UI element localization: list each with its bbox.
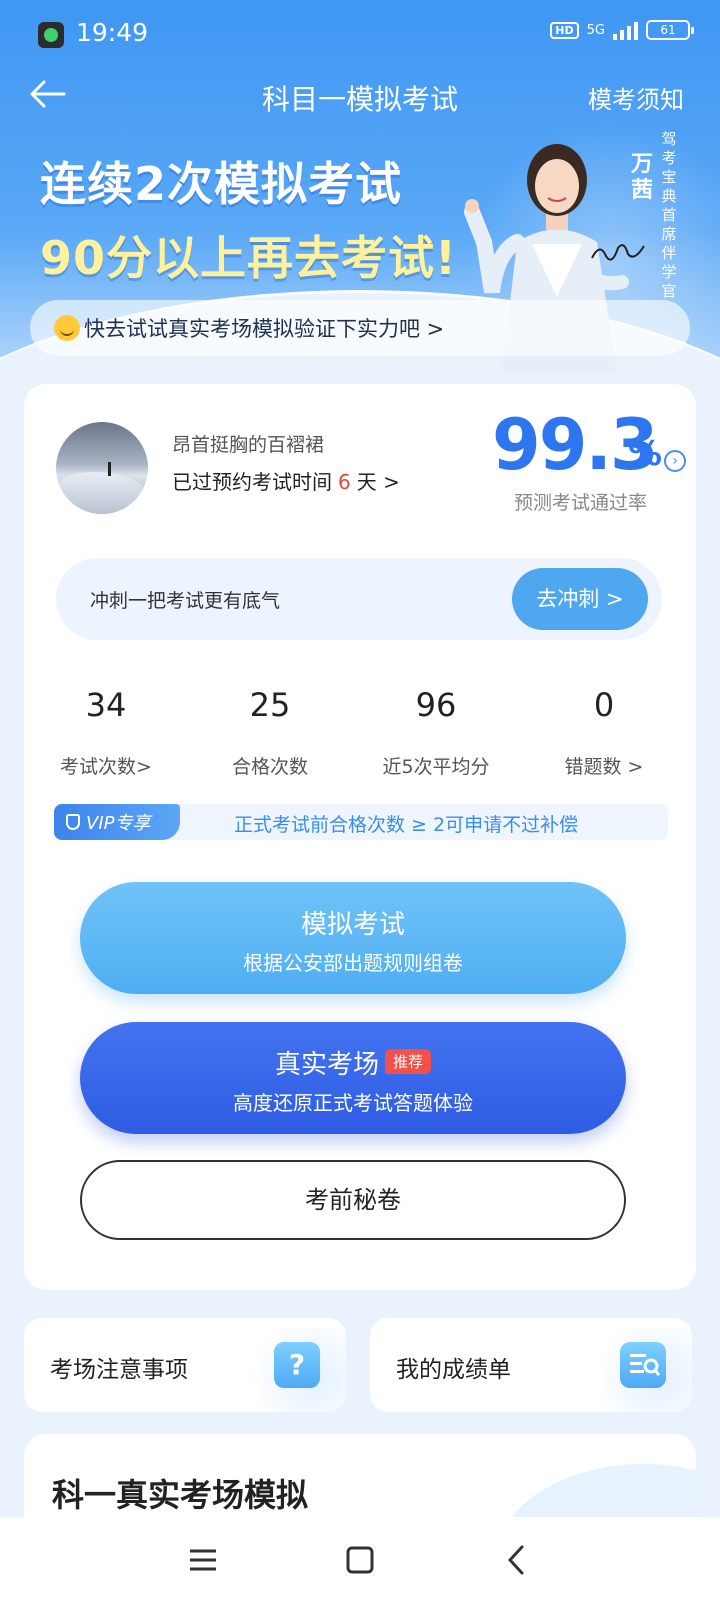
hd-icon: HD (550, 21, 579, 39)
mock-exam-button[interactable]: 模拟考试 根据公安部出题规则组卷 (80, 882, 626, 994)
stat-value: 25 (249, 686, 291, 724)
exam-days-link[interactable]: 已过预约考试时间 6 天 > (172, 466, 400, 495)
phone-app-icon (38, 22, 64, 48)
pass-rate-unit: % (628, 434, 663, 474)
status-time: 19:49 (76, 18, 149, 47)
vip-notice[interactable]: VIP专享 正式考试前合格次数 ≥ 2可申请不过补偿 (54, 804, 668, 840)
network-label: 5G (586, 22, 605, 38)
sprint-banner: 冲刺一把考试更有底气 去冲刺 > (56, 558, 662, 640)
menu-icon[interactable] (186, 1543, 220, 1577)
stat-label: 错题数 > (564, 756, 644, 778)
smile-emoji-icon (54, 315, 80, 341)
stat-label: 合格次数 (231, 756, 308, 778)
status-indicators: HD 5G 61 (550, 20, 694, 40)
spokesperson-name: 万茜 (630, 152, 653, 203)
username: 昂首挺胸的百褶裙 (172, 434, 325, 456)
stat-label: 近5次平均分 (382, 756, 490, 778)
banner-slogan-2: 90分以上再去考试! (40, 231, 457, 285)
real-exam-title: 真实考场 (274, 1050, 379, 1080)
exam-card: 昂首挺胸的百褶裙 已过预约考试时间 6 天 > 99.3 % › 预测考试通过率 冲… (24, 384, 696, 1290)
chevron-right-icon[interactable]: › (664, 450, 686, 472)
spokesperson-role: 驾考宝典首席伴学官 (661, 130, 677, 300)
secret-paper-button[interactable]: 考前秘卷 (80, 1160, 626, 1240)
shield-icon (66, 814, 80, 830)
exam-notice-link[interactable]: 模考须知 (588, 80, 684, 115)
stat-value: 34 (85, 686, 127, 724)
nav-bar: 科目一模拟考试 模考须知 (0, 66, 720, 126)
mock-exam-title: 模拟考试 (300, 910, 405, 940)
pass-rate-label: 预测考试通过率 (514, 492, 648, 514)
question-icon: ? (274, 1342, 320, 1388)
stat-pass-count: 25 合格次数 (190, 686, 350, 779)
banner-slogan-1: 连续2次模拟考试 (40, 157, 403, 211)
sprint-text: 冲刺一把考试更有底气 (90, 590, 281, 612)
my-scores-card[interactable]: 我的成绩单 (370, 1318, 692, 1412)
stat-value: 96 (415, 686, 457, 724)
signal-icon (613, 20, 638, 40)
days-prefix: 已过预约考试时间 (172, 470, 332, 494)
real-exam-button[interactable]: 真实考场 推荐 高度还原正式考试答题体验 (80, 1022, 626, 1134)
recommend-badge: 推荐 (385, 1049, 432, 1074)
system-nav-bar (0, 1517, 720, 1601)
report-glyph (630, 1354, 661, 1376)
real-exam-subtitle: 高度还原正式考试答题体验 (233, 1091, 473, 1115)
real-exam-title-row: 真实考场 推荐 (80, 1044, 626, 1081)
signature-mark (591, 244, 645, 261)
back-icon[interactable] (500, 1543, 534, 1577)
vip-tag: VIP专享 (54, 804, 180, 840)
sprint-button[interactable]: 去冲刺 > (512, 568, 648, 630)
battery-icon: 61 (646, 20, 694, 40)
exam-notes-label: 考场注意事项 (50, 1357, 188, 1383)
mock-exam-subtitle: 根据公安部出题规则组卷 (243, 951, 463, 975)
banner-tip-text: 快去试试真实考场模拟验证下实力吧 > (84, 317, 445, 341)
vip-text: 正式考试前合格次数 ≥ 2可申请不过补偿 (234, 814, 579, 836)
home-icon[interactable] (343, 1543, 377, 1577)
banner-tip[interactable]: 快去试试真实考场模拟验证下实力吧 > (30, 300, 690, 356)
stat-wrong-count[interactable]: 0 错题数 > (524, 686, 684, 779)
days-suffix: 天 > (356, 470, 400, 494)
section-title: 科一真实考场模拟 (52, 1476, 309, 1514)
days-value: 6 (338, 470, 351, 494)
stat-label: 考试次数> (60, 756, 152, 778)
vip-tag-label: VIP专享 (86, 813, 151, 834)
my-scores-label: 我的成绩单 (396, 1357, 511, 1383)
avatar[interactable] (56, 422, 148, 514)
stat-average-score: 96 近5次平均分 (356, 686, 516, 779)
exam-notes-card[interactable]: 考场注意事项 ? (24, 1318, 346, 1412)
status-bar: 19:49 HD 5G 61 (0, 0, 720, 66)
stat-exam-count[interactable]: 34 考试次数> (26, 686, 186, 779)
report-icon (620, 1342, 666, 1388)
stat-value: 0 (593, 686, 615, 724)
